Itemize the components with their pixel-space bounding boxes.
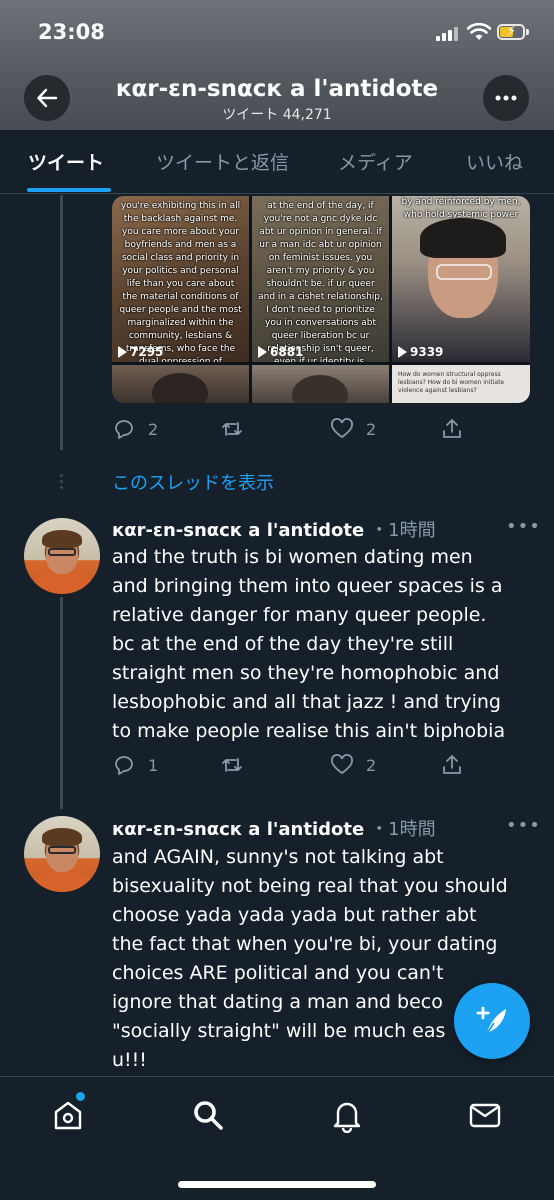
reply-count: 1 [148, 755, 159, 775]
card-text: How do women structural oppress lesbians… [398, 371, 505, 394]
nav-messages[interactable] [467, 1097, 503, 1133]
author-name[interactable]: кαr-ɛn-ѕnαcк a l'antidote [112, 520, 364, 541]
like-button[interactable]: 2 [330, 753, 376, 777]
tweet-text: and the truth is bi women dating men and… [112, 543, 532, 746]
tweet-line: to make people realise this ain't biphob… [112, 720, 506, 742]
reply-icon [115, 420, 133, 439]
retweet-icon [222, 758, 242, 772]
nav-search[interactable] [190, 1097, 226, 1133]
tab-tweets[interactable]: ツイート [28, 148, 104, 175]
retweet-icon [222, 422, 242, 436]
video-thumbnail[interactable] [252, 365, 389, 403]
reply-button[interactable]: 2 [112, 417, 158, 441]
tweet-more-button[interactable]: ••• [506, 815, 541, 836]
tweet-header: кαr-ɛn-ѕnαcк a l'antidote ・1時間 [112, 815, 436, 841]
play-icon [398, 346, 407, 358]
tweet-timestamp[interactable]: ・1時間 [370, 819, 435, 840]
tweet-line: bc at the end of the day they're still [112, 633, 454, 655]
tab-tweets-and-replies[interactable]: ツイートと返信 [156, 148, 289, 175]
cellular-signal-icon [436, 25, 458, 41]
tweet-line: and bringing them into queer spaces is a [112, 575, 503, 597]
bottom-navigation [0, 1076, 554, 1200]
battery-charging-icon: ⚡ [497, 24, 525, 40]
tweet-line: the fact that when you're bi, your datin… [112, 933, 498, 955]
view-count: 9339 [398, 345, 443, 359]
video-thumbnail[interactable]: at the end of the day, if you're not a g… [252, 196, 389, 362]
play-icon [258, 346, 267, 358]
nav-notifications[interactable] [329, 1097, 365, 1134]
tweet-line: choices ARE political and you can't [112, 962, 444, 984]
tweet-more-button[interactable]: ••• [506, 516, 541, 537]
video-caption: you're exhibiting this in all the backla… [119, 201, 242, 362]
view-count: 6881 [258, 345, 303, 359]
tweet-actions: 2 2 [112, 417, 492, 445]
share-button[interactable] [440, 753, 464, 777]
video-thumbnail[interactable] [112, 365, 249, 403]
wifi-icon [467, 23, 491, 40]
avatar[interactable] [24, 816, 100, 892]
show-thread-link[interactable]: このスレッドを表示 [112, 469, 274, 495]
retweet-button[interactable] [220, 753, 244, 777]
compose-feather-icon [476, 1006, 506, 1036]
avatar[interactable] [24, 518, 100, 594]
share-icon [443, 755, 461, 774]
share-button[interactable] [440, 417, 464, 441]
tweet-line: and AGAIN, sunny's not talking abt [112, 846, 444, 868]
thread-connector [60, 195, 63, 450]
video-thumbnail[interactable]: How do women structural oppress lesbians… [392, 365, 530, 403]
more-options-button[interactable] [483, 75, 529, 121]
back-button[interactable] [24, 75, 70, 121]
status-bar: 23:08 ⚡ [0, 0, 554, 62]
tweet-line: bisexuality not being real that you shou… [112, 875, 508, 897]
like-button[interactable]: 2 [330, 417, 376, 441]
home-icon [54, 1101, 82, 1130]
tweet-actions: 1 2 [112, 753, 492, 781]
tweet-timestamp[interactable]: ・1時間 [370, 520, 435, 541]
thread-connector [60, 597, 63, 809]
hair-shape [420, 218, 506, 258]
media-grid: you're exhibiting this in all the backla… [112, 196, 530, 403]
glasses-shape [436, 264, 492, 280]
profile-tabs: ツイート ツイートと返信 メディア いいね [0, 130, 554, 194]
author-name[interactable]: кαr-ɛn-ѕnαcк a l'antidote [112, 819, 364, 840]
tweet-line: straight men so they're homophobic and [112, 662, 500, 684]
battery-tip [526, 29, 529, 35]
reply-icon [115, 756, 133, 775]
video-thumbnail[interactable]: by and reinforced by men, who hold syste… [392, 196, 530, 362]
home-indicator[interactable] [178, 1181, 376, 1188]
profile-name: кαr-ɛn-ѕnαcк a l'antidote [115, 76, 439, 102]
tweet-line: choose yada yada yada but rather abt [112, 904, 477, 926]
search-icon [194, 1101, 223, 1130]
thread-dots [60, 474, 63, 492]
arrow-left-icon [37, 88, 58, 108]
tweet-line: relative danger for many queer people. [112, 604, 487, 626]
nav-home[interactable] [50, 1097, 86, 1133]
reply-count: 2 [148, 419, 159, 439]
like-count: 2 [366, 755, 377, 775]
video-thumbnail[interactable]: you're exhibiting this in all the backla… [112, 196, 249, 362]
tweet-line: lesbophobic and all that jazz ! and tryi… [112, 691, 501, 713]
profile-header: 23:08 ⚡ кαr-ɛn-ѕnαcк a l'antidote ツイート 4… [0, 0, 554, 130]
status-time: 23:08 [38, 20, 105, 44]
heart-icon [331, 418, 353, 439]
share-icon [443, 419, 461, 438]
video-caption: at the end of the day, if you're not a g… [258, 201, 383, 362]
active-tab-indicator [27, 188, 111, 192]
more-horizontal-icon [495, 95, 517, 101]
tweet-header: кαr-ɛn-ѕnαcк a l'antidote ・1時間 [112, 516, 436, 542]
mail-icon [469, 1103, 501, 1128]
bell-icon [333, 1102, 361, 1134]
heart-icon [331, 754, 353, 775]
new-content-dot [76, 1092, 85, 1101]
retweet-button[interactable] [220, 417, 244, 441]
reply-button[interactable]: 1 [112, 753, 158, 777]
compose-tweet-button[interactable] [454, 983, 530, 1059]
tweet-line: and the truth is bi women dating men [112, 546, 473, 568]
tweet-count: ツイート 44,271 [222, 107, 332, 123]
play-icon [118, 346, 127, 358]
tab-likes[interactable]: いいね [466, 148, 523, 175]
view-count: 7295 [118, 345, 163, 359]
tab-media[interactable]: メディア [338, 148, 413, 175]
like-count: 2 [366, 419, 377, 439]
